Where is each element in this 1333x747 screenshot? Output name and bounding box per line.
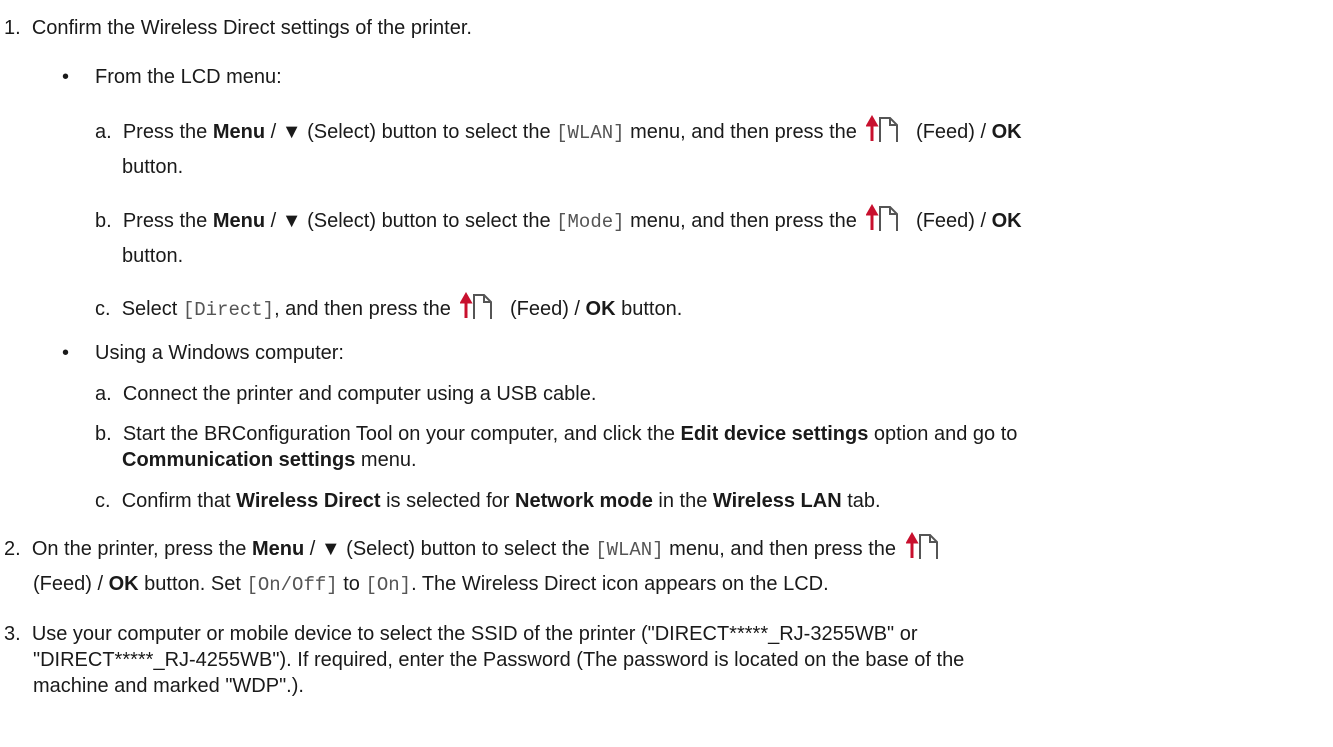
lcd-step-a: a. Press the Menu / ▼ (Select) button to… xyxy=(95,115,1022,145)
step-letter: a. xyxy=(95,383,112,405)
feed-icon xyxy=(866,115,899,142)
text: Press the xyxy=(122,210,213,232)
step-3: 3. Use your computer or mobile device to… xyxy=(4,622,917,646)
text: / ▼ (Select) button to select the xyxy=(265,121,557,143)
text: Confirm that xyxy=(121,490,237,512)
text: . The Wireless Direct icon appears on th… xyxy=(411,573,829,595)
step-letter: b. xyxy=(95,210,112,232)
text: to xyxy=(337,573,366,595)
text: Press the xyxy=(122,121,213,143)
code-direct: [Direct] xyxy=(182,299,275,321)
text: menu. xyxy=(355,449,417,471)
lcd-step-b: b. Press the Menu / ▼ (Select) button to… xyxy=(95,204,1022,234)
wireless-direct-label: Wireless Direct xyxy=(236,490,381,512)
windows-step-c: c. Confirm that Wireless Direct is selec… xyxy=(95,489,881,513)
feed-icon xyxy=(460,292,493,319)
text: menu, and then press the xyxy=(663,538,902,560)
bullet-dot: • xyxy=(62,66,70,88)
text: option and go to xyxy=(868,423,1018,445)
text: (Feed) / xyxy=(33,573,109,595)
network-mode-label: Network mode xyxy=(515,490,653,512)
text: button. xyxy=(615,298,683,320)
windows-step-a: a. Connect the printer and computer usin… xyxy=(95,382,596,406)
text: (Feed) / xyxy=(910,210,992,232)
step-letter: a. xyxy=(95,121,112,143)
code-mode: [Mode] xyxy=(556,211,625,233)
step-3-line-2: "DIRECT*****_RJ-4255WB"). If required, e… xyxy=(33,649,965,671)
feed-icon xyxy=(866,204,899,231)
step-2-cont: (Feed) / OK button. Set [On/Off] to [On]… xyxy=(33,572,829,597)
bullet-lcd: • From the LCD menu: xyxy=(62,65,282,89)
feed-icon xyxy=(905,532,938,559)
ok-label: OK xyxy=(585,298,616,320)
text: Select xyxy=(121,298,183,320)
menu-label: Menu xyxy=(212,121,266,143)
lcd-step-a-cont: button. xyxy=(122,156,184,178)
step-1: 1. Confirm the Wireless Direct settings … xyxy=(4,16,472,40)
text: On the printer, press the xyxy=(31,538,252,560)
text: Connect the printer and computer using a… xyxy=(122,383,597,405)
windows-step-b-cont: Communication settings menu. xyxy=(122,448,417,472)
step-number: 2. xyxy=(4,538,21,560)
text: / ▼ (Select) button to select the xyxy=(304,538,596,560)
text: (Feed) / xyxy=(504,298,586,320)
step-letter: b. xyxy=(95,423,112,445)
text: Use your computer or mobile device to se… xyxy=(31,623,918,645)
text: (Feed) / xyxy=(910,121,992,143)
text: , and then press the xyxy=(274,298,457,320)
text: button. Set xyxy=(138,573,247,595)
code-wlan: [WLAN] xyxy=(595,539,664,561)
step-number: 3. xyxy=(4,623,21,645)
ok-label: OK xyxy=(991,210,1022,232)
wireless-lan-label: Wireless LAN xyxy=(712,490,842,512)
edit-device-settings-label: Edit device settings xyxy=(680,423,869,445)
bullet-windows: • Using a Windows computer: xyxy=(62,341,344,365)
text: is selected for xyxy=(380,490,516,512)
ok-label: OK xyxy=(991,121,1022,143)
code-on: [On] xyxy=(365,574,412,596)
lcd-step-b-cont: button. xyxy=(122,245,184,267)
windows-step-b: b. Start the BRConfiguration Tool on you… xyxy=(95,422,1017,446)
instructions-document: 1. Confirm the Wireless Direct settings … xyxy=(0,0,1333,747)
text: menu, and then press the xyxy=(624,121,863,143)
bullet-heading: From the LCD menu: xyxy=(95,66,282,88)
step-3-line-3: machine and marked "WDP".). xyxy=(33,675,304,697)
text: / ▼ (Select) button to select the xyxy=(265,210,557,232)
text: tab. xyxy=(841,490,881,512)
text: in the xyxy=(652,490,713,512)
code-on-off: [On/Off] xyxy=(246,574,338,596)
bullet-heading: Using a Windows computer: xyxy=(95,342,344,364)
step-letter: c. xyxy=(95,298,111,320)
step-2: 2. On the printer, press the Menu / ▼ (S… xyxy=(4,532,950,562)
menu-label: Menu xyxy=(251,538,305,560)
lcd-step-c: c. Select [Direct], and then press the (… xyxy=(95,292,682,322)
communication-settings-label: Communication settings xyxy=(122,449,356,471)
code-wlan: [WLAN] xyxy=(556,122,625,144)
step-text: Confirm the Wireless Direct settings of … xyxy=(31,17,472,39)
text: menu, and then press the xyxy=(624,210,863,232)
step-number: 1. xyxy=(4,17,21,39)
bullet-dot: • xyxy=(62,342,70,364)
text: Start the BRConfiguration Tool on your c… xyxy=(122,423,681,445)
step-letter: c. xyxy=(95,490,111,512)
menu-label: Menu xyxy=(212,210,266,232)
ok-label: OK xyxy=(108,573,139,595)
